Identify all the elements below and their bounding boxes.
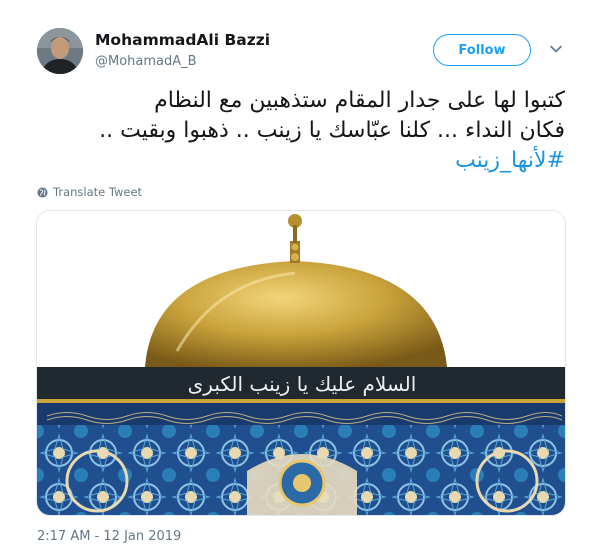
avatar-image bbox=[37, 28, 83, 74]
tweet-timestamp[interactable]: 2:17 AM - 12 Jan 2019 bbox=[37, 529, 181, 544]
shrine-dome-image: السلام عليك يا زينب الكبرى bbox=[37, 211, 565, 515]
avatar[interactable] bbox=[37, 28, 83, 74]
follow-button[interactable]: Follow bbox=[433, 34, 531, 66]
tweet-text: كتبوا لها على جدار المقام ستذهبين مع الن… bbox=[30, 86, 565, 176]
translate-label[interactable]: Translate Tweet bbox=[53, 185, 142, 199]
chevron-down-icon[interactable] bbox=[549, 42, 563, 56]
translate-tweet-link[interactable]: Translate Tweet bbox=[37, 185, 142, 199]
inscription-text: السلام عليك يا زينب الكبرى bbox=[188, 372, 417, 396]
globe-icon bbox=[37, 186, 48, 198]
tweet-line: كتبوا لها على جدار المقام ستذهبين مع الن… bbox=[154, 88, 565, 113]
tweet-media[interactable]: السلام عليك يا زينب الكبرى bbox=[36, 210, 566, 516]
author-name[interactable]: MohammadAli Bazzi bbox=[95, 31, 270, 49]
author-handle[interactable]: @MohamadA_B bbox=[95, 54, 197, 69]
hashtag-link[interactable]: #لأنها_زينب bbox=[30, 146, 565, 176]
tweet-line: فكان النداء ... كلنا عبّاسك يا زينب .. ذ… bbox=[99, 118, 565, 143]
